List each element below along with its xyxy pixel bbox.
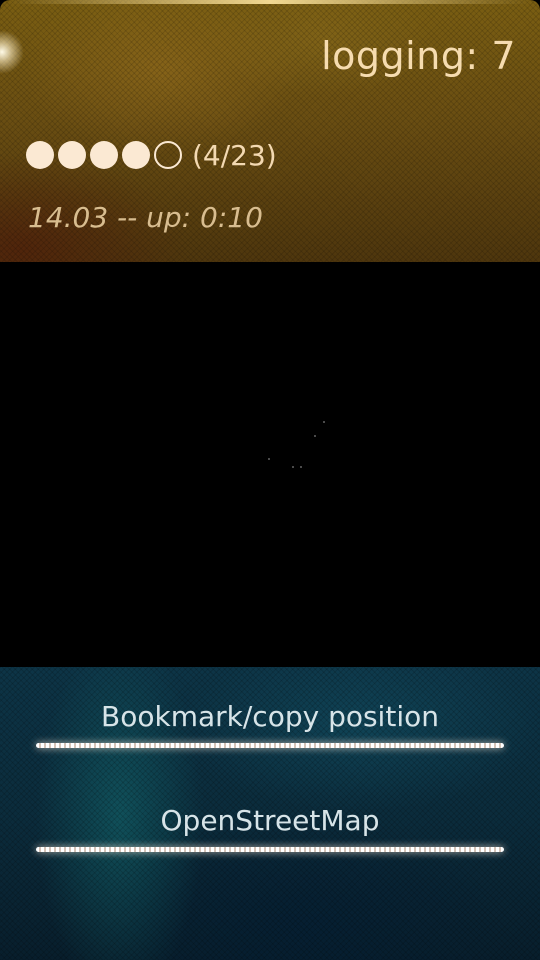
openstreetmap-button[interactable]: OpenStreetMap (36, 804, 504, 894)
satellite-dot-empty-icon (154, 141, 182, 169)
openstreetmap-button-label: OpenStreetMap (160, 804, 380, 837)
bookmark-button-label: Bookmark/copy position (101, 700, 439, 733)
satellite-dot-filled-icon (26, 141, 54, 169)
track-point (292, 466, 294, 468)
track-point (268, 458, 270, 460)
satellite-dot-filled-icon (90, 141, 118, 169)
openstreetmap-button-underline (36, 847, 504, 852)
header-highlight (10, 0, 530, 4)
track-point (300, 466, 302, 468)
logging-status-label: logging: 7 (321, 34, 516, 78)
light-glow-decoration (0, 30, 24, 74)
satellite-count: (4/23) (192, 138, 277, 172)
track-point (323, 421, 325, 423)
satellite-dot-filled-icon (58, 141, 86, 169)
status-header: logging: 7 (4/23) 14.03 -- up: 0:10 (0, 0, 540, 262)
satellite-dot-filled-icon (122, 141, 150, 169)
bookmark-button-underline (36, 743, 504, 748)
uptime-label: 14.03 -- up: 0:10 (28, 201, 263, 234)
track-map-view[interactable] (0, 262, 540, 667)
satellite-indicator: (4/23) (26, 138, 277, 172)
track-point (314, 435, 316, 437)
bookmark-copy-position-button[interactable]: Bookmark/copy position (36, 700, 504, 790)
app-screen: logging: 7 (4/23) 14.03 -- up: 0:10 Book… (0, 0, 540, 960)
